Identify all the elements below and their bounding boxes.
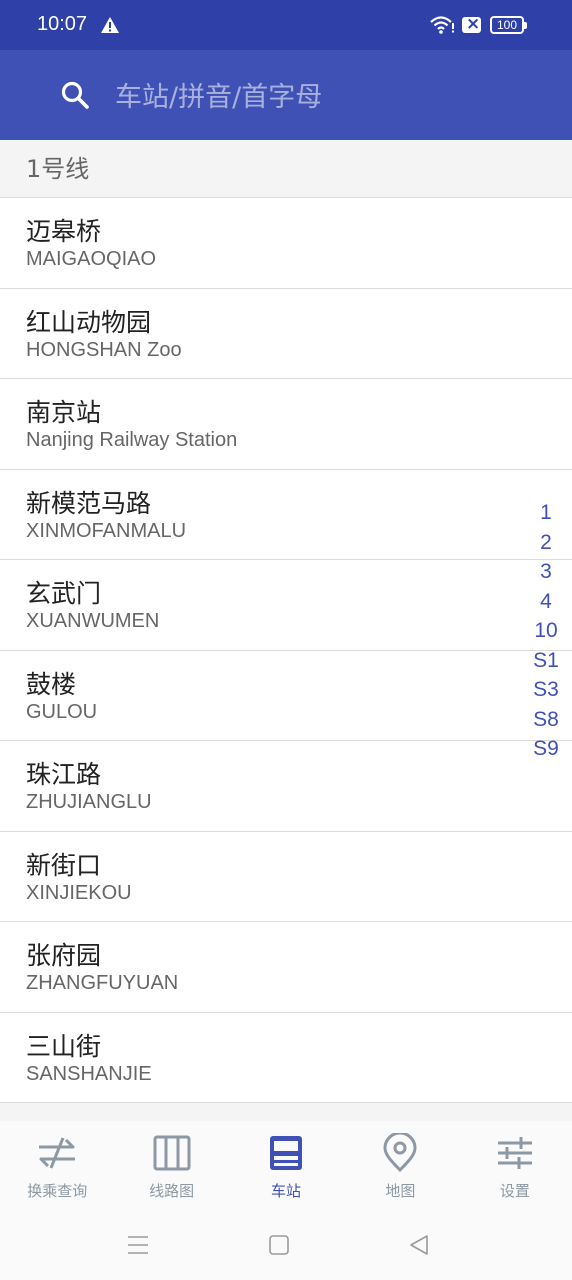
station-english-name: Nanjing Railway Station: [26, 429, 238, 451]
station-name: 迈皋桥: [26, 217, 102, 246]
line-section-header: 1号线: [0, 140, 572, 198]
station-name: 鼓楼: [26, 669, 77, 699]
station-english-name: SANSHANJIE: [26, 1062, 152, 1085]
station-list: 迈皋桥 MAIGAOQIAO 红山动物园 HONGSHAN Zoo 南京站 Na…: [0, 198, 572, 1103]
index-line-1[interactable]: 1: [526, 498, 566, 528]
station-name: 新街口: [26, 850, 102, 880]
index-line-2[interactable]: 2: [526, 528, 566, 558]
system-nav-bar: [0, 1211, 572, 1280]
nav-map[interactable]: 地图: [343, 1121, 457, 1211]
station-english-name: XINMOFANMALU: [26, 519, 187, 542]
station-name: 红山动物园: [26, 307, 152, 337]
line-index-bar: 1 2 3 4 10 S1 S3 S8 S9: [526, 498, 566, 764]
search-icon[interactable]: [60, 80, 90, 110]
station-name: 张府园: [26, 941, 102, 970]
menu-icon[interactable]: [126, 1233, 150, 1257]
transfer-icon: [39, 1137, 76, 1169]
station-item[interactable]: 张府园 ZHANGFUYUAN: [0, 922, 572, 1013]
index-line-s3[interactable]: S3: [526, 675, 566, 705]
station-english-name: XUANWUMEN: [26, 610, 160, 632]
status-time: 10:07: [37, 13, 88, 35]
station-item[interactable]: 新模范马路 XINMOFANMALU: [0, 470, 572, 560]
home-icon[interactable]: [267, 1233, 291, 1257]
station-item[interactable]: 红山动物园 HONGSHAN Zoo: [0, 289, 572, 379]
warning-icon: [101, 17, 119, 33]
nav-line-map[interactable]: 线路图: [114, 1121, 228, 1211]
location-pin-icon: [383, 1133, 417, 1173]
nav-settings[interactable]: 设置: [458, 1121, 572, 1211]
nav-label: 地图: [385, 1182, 416, 1200]
station-name: 玄武门: [26, 579, 102, 608]
settings-sliders-icon: [497, 1137, 532, 1169]
index-line-3[interactable]: 3: [526, 557, 566, 587]
index-line-s1[interactable]: S1: [526, 646, 566, 676]
station-item[interactable]: 鼓楼 GULOU: [0, 651, 572, 741]
train-icon: [270, 1136, 303, 1170]
station-item[interactable]: 迈皋桥 MAIGAOQIAO: [0, 198, 572, 289]
nav-stations[interactable]: 车站: [229, 1121, 343, 1211]
station-name: 三山街: [26, 1031, 102, 1061]
station-name: 新模范马路: [26, 488, 152, 518]
nav-label: 车站: [271, 1182, 302, 1200]
station-english-name: GULOU: [26, 700, 98, 723]
battery-icon: 100: [490, 16, 527, 34]
back-icon[interactable]: [407, 1233, 431, 1257]
search-bar: [0, 50, 572, 140]
station-item[interactable]: 珠江路 ZHUJIANGLU: [0, 741, 572, 832]
nav-label: 设置: [499, 1182, 530, 1200]
map-book-icon: [153, 1135, 191, 1171]
station-english-name: ZHUJIANGLU: [26, 791, 152, 813]
index-line-10[interactable]: 10: [526, 616, 566, 646]
nav-label: 线路图: [149, 1182, 195, 1200]
station-item[interactable]: 南京站 Nanjing Railway Station: [0, 379, 572, 470]
station-item[interactable]: 玄武门 XUANWUMEN: [0, 560, 572, 651]
station-name: 南京站: [26, 398, 102, 427]
search-input[interactable]: [115, 75, 535, 119]
station-name: 珠江路: [26, 760, 102, 789]
station-english-name: MAIGAOQIAO: [26, 248, 157, 270]
index-line-s9[interactable]: S9: [526, 734, 566, 764]
index-line-s8[interactable]: S8: [526, 705, 566, 735]
station-item[interactable]: 三山街 SANSHANJIE: [0, 1013, 572, 1103]
station-english-name: HONGSHAN Zoo: [26, 338, 182, 361]
station-english-name: ZHANGFUYUAN: [26, 972, 179, 994]
nav-transfer[interactable]: 换乘查询: [0, 1121, 114, 1211]
sim-missing-icon: [462, 14, 481, 34]
station-english-name: XINJIEKOU: [26, 881, 132, 904]
list-continuation: [0, 1103, 572, 1121]
bottom-nav: 换乘查询 线路图 车站 地图 设置: [0, 1121, 572, 1211]
wifi-icon: [430, 16, 454, 34]
index-line-4[interactable]: 4: [526, 587, 566, 617]
status-bar: 10:07 100: [0, 0, 572, 50]
nav-label: 换乘查询: [27, 1182, 88, 1200]
station-item[interactable]: 新街口 XINJIEKOU: [0, 832, 572, 922]
